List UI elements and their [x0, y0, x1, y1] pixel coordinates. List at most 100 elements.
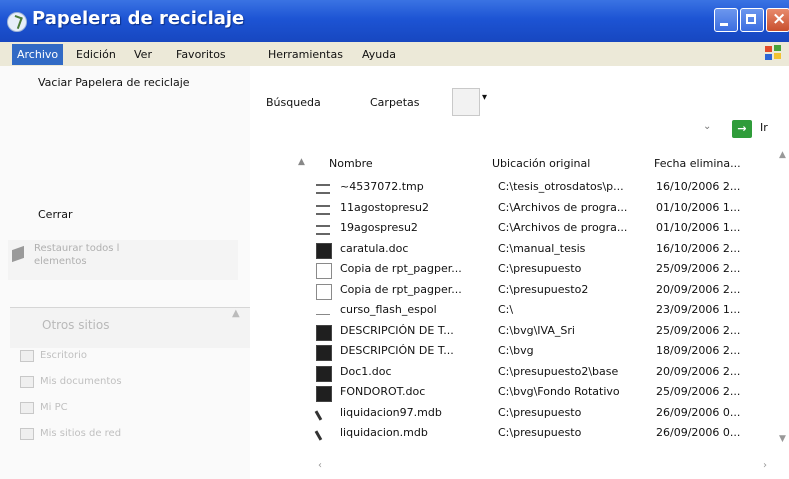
restore-all-label: Restaurar todos l elementos [34, 243, 120, 267]
file-location: C:\presupuesto2\base [498, 364, 619, 378]
window-title: Papelera de reciclaje [32, 8, 245, 29]
file-name: caratula.doc [340, 241, 409, 255]
file-location: C:\presupuesto [498, 426, 582, 439]
file-row[interactable]: 19agospresu2 C:\Archivos de progra... 01/1… [316, 219, 776, 239]
views-dropdown-icon[interactable]: ▾ [482, 92, 487, 103]
file-row[interactable]: 11agostopresu2 C:\Archivos de progra... 01… [316, 199, 776, 219]
file-row[interactable]: ~4537072.tmp C:\tesis_otrosdatos\p... 16/1… [316, 178, 776, 198]
file-deleted-date: 20/09/2006 2... [656, 282, 741, 296]
folders-button[interactable]: Carpetas [370, 96, 419, 109]
file-name: 11agostopresu2 [340, 200, 429, 214]
access-db-icon [314, 423, 335, 441]
file-deleted-date: 18/09/2006 2... [656, 344, 741, 357]
minimize-button[interactable] [714, 8, 738, 32]
file-location: C:\bvg [498, 344, 534, 357]
access-db-icon [314, 402, 335, 421]
maximize-button[interactable] [740, 8, 764, 32]
word-doc-icon [316, 345, 332, 361]
place-network[interactable]: Mis sitios de red [40, 428, 121, 439]
menu-herramientas[interactable]: Herramientas [268, 48, 343, 61]
file-name: 19agospresu2 [340, 221, 418, 234]
file-location: C:\Archivos de progra... [498, 200, 628, 214]
document-icon [316, 283, 332, 300]
column-header-location[interactable]: Ubicación original [492, 157, 590, 170]
file-row[interactable]: liquidacion.mdb C:\presupuesto 26/09/2006 … [314, 423, 776, 444]
file-location: C:\presupuesto [498, 262, 582, 275]
file-name: curso_flash_espol [340, 303, 437, 316]
scroll-left-arrow[interactable]: ‹ [318, 460, 322, 471]
windows-logo-icon [765, 45, 781, 60]
address-dropdown-icon[interactable]: ⌄ [703, 121, 711, 132]
word-doc-icon [316, 242, 332, 259]
file-location: C:\Archivos de progra... [498, 221, 628, 234]
file-location: C:\tesis_otrosdatos\p... [498, 180, 624, 193]
menu-ver[interactable]: Ver [134, 48, 152, 61]
search-button[interactable]: Búsqueda [266, 96, 321, 109]
file-deleted-date: 25/09/2006 2... [656, 262, 741, 275]
place-desktop[interactable]: Escritorio [40, 350, 87, 361]
file-location: C:\bvg\IVA_Sri [498, 323, 575, 337]
file-deleted-date: 25/09/2006 2... [656, 385, 741, 398]
file-name: Doc1.doc [340, 364, 392, 378]
file-location: C:\manual_tesis [498, 241, 586, 255]
menu-archivo[interactable]: Archivo [12, 44, 64, 65]
file-deleted-date: 01/10/2006 1... [656, 200, 741, 214]
generic-file-icon [316, 304, 330, 315]
file-row[interactable]: FONDOROT.doc C:\bvg\Fondo Rotativo 25/09/2… [316, 383, 776, 403]
file-name: liquidacion97.mdb [340, 405, 442, 419]
file-name: Copia de rpt_pagper... [340, 282, 462, 296]
file-name: ~4537072.tmp [340, 180, 424, 193]
file-row[interactable]: liquidacion97.mdb C:\presupuesto 26/09/200… [314, 402, 776, 424]
views-button[interactable] [452, 88, 480, 116]
tmp-file-icon [316, 204, 330, 215]
word-doc-icon [316, 324, 332, 341]
file-row[interactable]: DESCRIPCIÓN DE T... C:\bvg 18/09/2006 2... [316, 342, 776, 362]
collapse-chevron-icon[interactable]: ▲ [232, 308, 240, 319]
scroll-right-arrow[interactable]: › [763, 460, 767, 471]
recycle-bin-icon [7, 12, 27, 32]
file-row[interactable]: Copia de rpt_pagper... C:\presupuesto 25/0… [316, 260, 776, 280]
file-name: liquidacion.mdb [340, 426, 428, 439]
scroll-down-arrow[interactable]: ▼ [779, 434, 786, 444]
menu-favoritos[interactable]: Favoritos [176, 48, 226, 61]
menu-ayuda[interactable]: Ayuda [362, 48, 396, 61]
file-row[interactable]: Doc1.doc C:\presupuesto2\base 20/09/2006 2… [316, 363, 776, 383]
go-arrow-icon[interactable]: → [732, 120, 752, 138]
close-menu-item[interactable]: Cerrar [38, 208, 73, 221]
file-row[interactable]: DESCRIPCIÓN DE T... C:\bvg\IVA_Sri 25/09/2… [316, 322, 776, 342]
folder-icon [20, 376, 34, 388]
empty-recycle-bin-menu-item[interactable]: Vaciar Papelera de reciclaje [38, 76, 190, 89]
file-deleted-date: 26/09/2006 0... [656, 405, 741, 419]
file-name: DESCRIPCIÓN DE T... [340, 323, 454, 337]
network-icon [20, 428, 34, 440]
document-icon [316, 263, 332, 279]
file-row[interactable]: Copia de rpt_pagper... C:\presupuesto2 20/… [316, 281, 776, 301]
column-header-date[interactable]: Fecha elimina... [654, 157, 741, 170]
file-row[interactable]: curso_flash_espol C:\ 23/09/2006 1... [316, 301, 776, 321]
file-deleted-date: 16/10/2006 2... [656, 180, 741, 193]
go-button-label[interactable]: Ir [760, 121, 768, 134]
scroll-up-arrow[interactable]: ▲ [779, 150, 786, 160]
menu-edicion[interactable]: Edición [76, 48, 116, 61]
close-window-button[interactable] [766, 8, 789, 32]
word-doc-icon [316, 386, 332, 402]
desktop-icon [20, 350, 34, 362]
tmp-file-icon [316, 225, 330, 235]
file-deleted-date: 23/09/2006 1... [656, 303, 741, 316]
place-my-documents[interactable]: Mis documentos [40, 376, 122, 387]
file-name: Copia de rpt_pagper... [340, 262, 462, 275]
sort-up-icon[interactable]: ▲ [298, 157, 305, 167]
file-deleted-date: 26/09/2006 0... [656, 426, 741, 439]
menu-bar: Archivo Edición Ver Favoritos Herramient… [0, 42, 789, 66]
file-row[interactable]: caratula.doc C:\manual_tesis 16/10/2006 2.… [316, 240, 776, 260]
file-location: C:\presupuesto2 [498, 282, 589, 296]
title-bar[interactable]: Papelera de reciclaje [0, 0, 789, 42]
word-doc-icon [316, 365, 332, 382]
place-my-computer[interactable]: Mi PC [40, 402, 68, 413]
file-deleted-date: 20/09/2006 2... [656, 364, 741, 378]
file-name: FONDOROT.doc [340, 385, 426, 398]
file-location: C:\bvg\Fondo Rotativo [498, 385, 620, 398]
computer-icon [20, 402, 34, 414]
file-deleted-date: 25/09/2006 2... [656, 323, 741, 337]
column-header-name[interactable]: Nombre [329, 157, 373, 170]
